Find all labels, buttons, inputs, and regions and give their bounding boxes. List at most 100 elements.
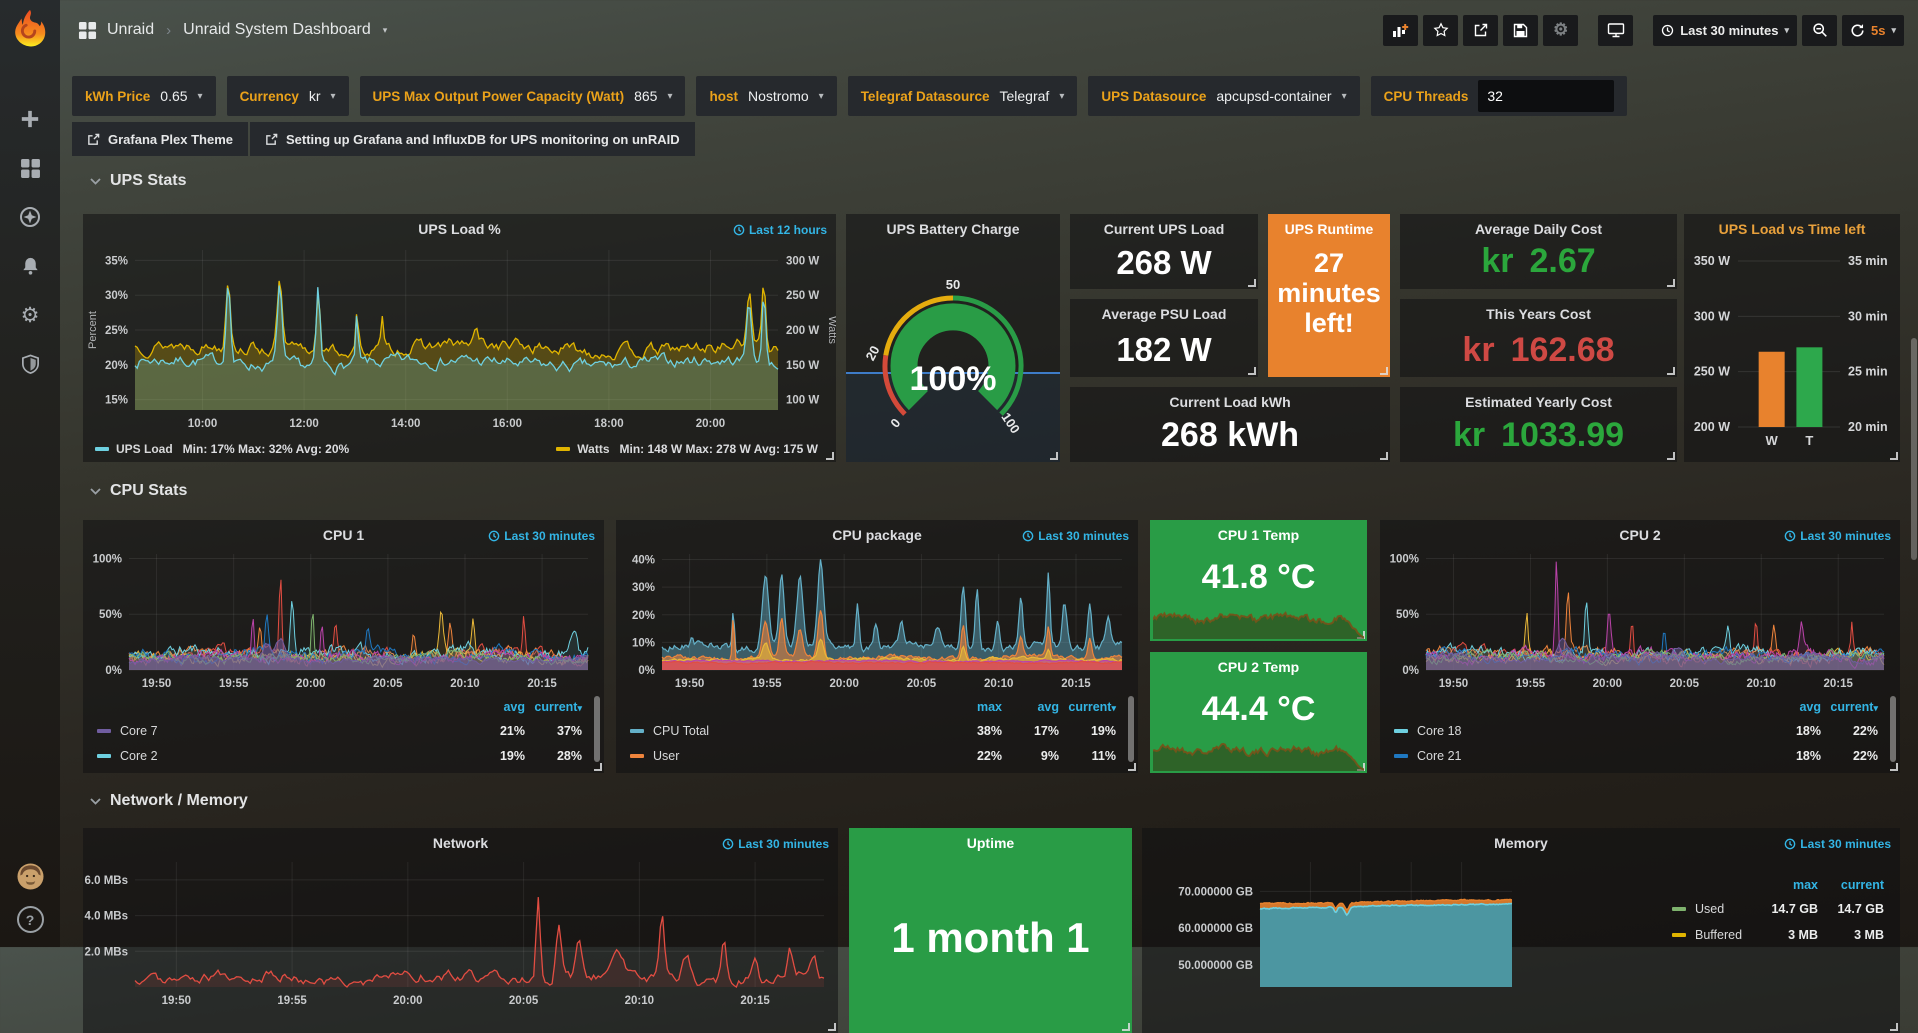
legend-col-current[interactable]: current [1818, 878, 1884, 892]
variable-currency[interactable]: Currencykr▾ [227, 76, 349, 116]
page-scrollbar[interactable] [1911, 338, 1917, 560]
legend-series-name[interactable]: CPU Total [653, 724, 709, 738]
panel-time-range[interactable]: Last 12 hours [733, 223, 827, 237]
legend-col-max[interactable]: max [945, 700, 1002, 714]
time-picker-button[interactable]: Last 30 minutes▾ [1653, 15, 1797, 46]
section-ups-stats[interactable]: UPS Stats [90, 172, 186, 190]
stat-title[interactable]: CPU 2 Temp [1150, 659, 1367, 675]
panel-title[interactable]: UPS Battery Charge [846, 221, 1060, 237]
stat-title[interactable]: This Years Cost [1400, 306, 1677, 322]
legend-series-name[interactable]: Core 18 [1417, 724, 1461, 738]
panel-time-range[interactable]: Last 30 minutes [1784, 529, 1891, 543]
refresh-button[interactable]: 5s▾ [1842, 15, 1904, 46]
variable-value[interactable]: kr [309, 88, 321, 104]
legend-scrollbar[interactable] [1128, 696, 1134, 762]
chevron-down-icon [90, 488, 101, 495]
settings-gear-button[interactable]: ⚙ [1543, 15, 1578, 46]
stat-title[interactable]: Average PSU Load [1070, 306, 1258, 322]
stat-title[interactable]: Uptime [849, 835, 1132, 851]
legend-series-name[interactable]: User [653, 749, 679, 763]
legend-series-name[interactable]: Core 2 [120, 749, 158, 763]
legend-col-max[interactable]: max [1752, 878, 1818, 892]
create-icon[interactable] [19, 108, 41, 130]
zoom-out-button[interactable] [1802, 15, 1837, 46]
legend-scrollbar[interactable] [1890, 696, 1896, 762]
section-network-memory[interactable]: Network / Memory [90, 792, 248, 810]
memory-chart[interactable]: 50.000000 GB60.000000 GB70.000000 GB [1142, 828, 1522, 1033]
variable-host[interactable]: hostNostromo▾ [696, 76, 836, 116]
variable-value[interactable]: apcupsd-container [1216, 88, 1331, 104]
add-panel-button[interactable] [1383, 15, 1418, 46]
legend-col-current[interactable]: current▾ [1059, 700, 1116, 714]
section-cpu-stats[interactable]: CPU Stats [90, 482, 187, 500]
cpu1-temp-sparkline [1153, 599, 1364, 639]
legend-col-current[interactable]: current▾ [1821, 700, 1878, 714]
grafana-logo[interactable] [9, 8, 51, 50]
svg-text:300 W: 300 W [1694, 309, 1730, 323]
dashboards-icon[interactable] [19, 157, 41, 179]
legend-col-current[interactable]: current▾ [525, 700, 582, 714]
variable-value[interactable]: 0.65 [160, 88, 187, 104]
variable-telegraf-datasource[interactable]: Telegraf DatasourceTelegraf▾ [848, 76, 1078, 116]
stat-title[interactable]: Average Daily Cost [1400, 221, 1677, 237]
legend-col-avg[interactable]: avg [1002, 700, 1059, 714]
legend-item-ups-load[interactable]: UPS LoadMin: 17% Max: 32% Avg: 20% [95, 442, 349, 456]
breadcrumb-app[interactable]: Unraid [107, 21, 154, 39]
cycle-view-button[interactable] [1598, 15, 1633, 46]
variable-ups-datasource[interactable]: UPS Datasourceapcupsd-container▾ [1088, 76, 1359, 116]
stat-title[interactable]: UPS Runtime [1268, 221, 1390, 237]
panel-time-range[interactable]: Last 30 minutes [488, 529, 595, 543]
legend-series-name[interactable]: Core 7 [120, 724, 158, 738]
panel-cpu1: CPU 1 Last 30 minutes 0%50%100%19:5019:5… [83, 520, 604, 773]
stat-title[interactable]: Current Load kWh [1070, 394, 1390, 410]
legend-series-name[interactable]: Used [1695, 902, 1724, 916]
variable-label: host [709, 89, 738, 104]
explore-icon[interactable] [19, 206, 41, 228]
stat-title[interactable]: CPU 1 Temp [1150, 527, 1367, 543]
legend-value: 3 MB [1752, 928, 1818, 942]
variable-value[interactable]: Telegraf [1000, 88, 1050, 104]
legend-series-name[interactable]: Core 21 [1417, 749, 1461, 763]
variable-kwh-price[interactable]: kWh Price0.65▾ [72, 76, 216, 116]
share-button[interactable] [1463, 15, 1498, 46]
variable-ups-max-output-power-capacity-watt[interactable]: UPS Max Output Power Capacity (Watt)865▾ [360, 76, 686, 116]
legend-row-used: Used14.7 GB14.7 GB [1672, 896, 1884, 922]
variable-value[interactable]: 865 [634, 88, 657, 104]
alerting-bell-icon[interactable] [19, 255, 41, 277]
dashboard-link-setting-up-grafana-and-influ[interactable]: Setting up Grafana and InfluxDB for UPS … [250, 122, 695, 156]
sort-caret-icon: ▾ [1111, 703, 1116, 713]
stat-title[interactable]: Current UPS Load [1070, 221, 1258, 237]
breadcrumb-page[interactable]: Unraid System Dashboard [183, 21, 371, 39]
network-chart[interactable]: 2.0 MBs4.0 MBs6.0 MBs19:5019:5520:0020:0… [83, 828, 838, 1033]
ups-load-vs-time-chart[interactable]: 200 W20 min250 W25 min300 W30 min350 W35… [1684, 214, 1900, 462]
legend-series-name[interactable]: Buffered [1695, 928, 1742, 942]
legend-item-watts[interactable]: WattsMin: 148 W Max: 278 W Avg: 175 W [556, 442, 818, 456]
user-avatar[interactable] [17, 863, 44, 890]
links-row: Grafana Plex ThemeSetting up Grafana and… [72, 122, 695, 156]
legend-col-avg[interactable]: avg [1764, 700, 1821, 714]
chevron-down-icon[interactable]: ▾ [383, 25, 388, 36]
variable-value[interactable]: Nostromo [748, 88, 809, 104]
stat-title[interactable]: Estimated Yearly Cost [1400, 394, 1677, 410]
panel-time-range[interactable]: Last 30 minutes [722, 837, 829, 851]
help-icon[interactable]: ? [17, 906, 44, 933]
legend-col-avg[interactable]: avg [468, 700, 525, 714]
save-button[interactable] [1503, 15, 1538, 46]
svg-text:20 min: 20 min [1848, 420, 1888, 434]
star-button[interactable] [1423, 15, 1458, 46]
dashboard-grid-icon[interactable] [78, 21, 97, 40]
panel-memory: Memory Last 30 minutes 50.000000 GB60.00… [1142, 828, 1900, 1033]
variable-input-cpu-threads[interactable] [1478, 80, 1614, 112]
ups-load-chart[interactable]: 15%100 W20%150 W25%200 W30%250 W35%300 W… [83, 214, 836, 462]
battery-gauge[interactable]: 02050100100% [846, 214, 1060, 462]
variable-cpu-threads[interactable]: CPU Threads [1371, 76, 1628, 116]
panel-time-range[interactable]: Last 30 minutes [1022, 529, 1129, 543]
panel-title[interactable]: UPS Load vs Time left [1684, 221, 1900, 237]
legend-scrollbar[interactable] [594, 696, 600, 762]
dashboard-link-grafana-plex-theme[interactable]: Grafana Plex Theme [72, 122, 248, 156]
server-admin-shield-icon[interactable] [19, 353, 41, 375]
svg-text:50.000000 GB: 50.000000 GB [1178, 960, 1253, 972]
panel-time-range[interactable]: Last 30 minutes [1784, 837, 1891, 851]
panel-title[interactable]: UPS Load % [83, 221, 836, 237]
configuration-gear-icon[interactable]: ⚙ [19, 304, 41, 326]
